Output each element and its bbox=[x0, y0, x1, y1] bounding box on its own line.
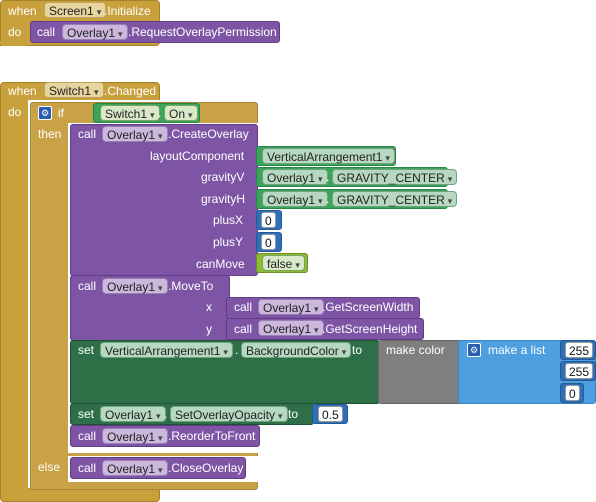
call-label: call bbox=[37, 25, 56, 39]
method-name: .CreateOverlay bbox=[168, 127, 249, 141]
plus-x-value[interactable]: 0 bbox=[261, 212, 276, 228]
method-name: .ReorderToFront bbox=[168, 429, 256, 443]
opacity-prop-dropdown[interactable]: SetOverlayOpacity ▾ bbox=[170, 406, 288, 422]
call-label: call bbox=[234, 300, 253, 314]
opacity-dot: . bbox=[164, 407, 168, 421]
call-label: call bbox=[78, 461, 97, 475]
else-label: else bbox=[38, 460, 61, 474]
cond-dot: . bbox=[158, 106, 162, 120]
when-label: when bbox=[8, 84, 37, 98]
make-color-label: make color bbox=[386, 343, 445, 357]
gravity-v-component-dropdown[interactable]: Overlay1 ▾ bbox=[262, 169, 328, 185]
method-name: .GetScreenWidth bbox=[322, 300, 414, 314]
bgcolor-prop-dropdown[interactable]: BackgroundColor ▾ bbox=[241, 342, 352, 358]
param-plus-y: plusY bbox=[213, 235, 244, 249]
layout-component-dropdown[interactable]: VerticalArrangement1 ▾ bbox=[262, 148, 395, 164]
bgcolor-component-dropdown[interactable]: VerticalArrangement1 ▾ bbox=[100, 342, 233, 358]
param-can-move: canMove bbox=[196, 257, 245, 271]
gravity-v-value-dropdown[interactable]: GRAVITY_CENTER ▾ bbox=[332, 169, 458, 185]
overlay-component-dropdown[interactable]: Overlay1 ▾ bbox=[102, 460, 168, 476]
bgcolor-dot: . bbox=[235, 343, 239, 357]
switch-prop-dropdown[interactable]: On ▾ bbox=[164, 105, 198, 121]
gravity-h-value-dropdown[interactable]: GRAVITY_CENTER ▾ bbox=[332, 191, 458, 207]
set-label: set bbox=[78, 343, 95, 357]
call-label: call bbox=[78, 429, 97, 443]
gravity-h-component-dropdown[interactable]: Overlay1 ▾ bbox=[262, 191, 328, 207]
do-label: do bbox=[8, 25, 22, 39]
to-label: to bbox=[288, 407, 299, 421]
list-item-value[interactable]: 0 bbox=[565, 385, 580, 401]
opacity-value[interactable]: 0.5 bbox=[318, 406, 343, 422]
method-name: .GetScreenHeight bbox=[322, 322, 418, 336]
param-gravity-h: gravityH bbox=[201, 192, 246, 206]
param-x: x bbox=[206, 300, 212, 314]
do-label: do bbox=[8, 105, 22, 119]
gravity-h-dot: . bbox=[326, 192, 330, 206]
gravity-v-dot: . bbox=[326, 170, 330, 184]
param-plus-x: plusX bbox=[213, 213, 244, 227]
plus-y-value[interactable]: 0 bbox=[261, 234, 276, 250]
event-name: .Initialize bbox=[104, 4, 151, 18]
call-label: call bbox=[234, 322, 253, 336]
overlay-component-dropdown[interactable]: Overlay1 ▾ bbox=[102, 126, 168, 142]
method-name: .CloseOverlay bbox=[168, 461, 244, 475]
when-label: when bbox=[8, 4, 37, 18]
param-gravity-v: gravityV bbox=[201, 170, 245, 184]
method-name: .RequestOverlayPermission bbox=[128, 25, 277, 39]
event-name: .Changed bbox=[104, 84, 157, 98]
call-label: call bbox=[78, 127, 97, 141]
param-layout-component: layoutComponent bbox=[150, 149, 245, 163]
gear-icon[interactable]: ⚙ bbox=[38, 106, 52, 120]
overlay-component-dropdown[interactable]: Overlay1 ▾ bbox=[258, 320, 324, 336]
to-label: to bbox=[352, 343, 363, 357]
list-item-value[interactable]: 255 bbox=[565, 342, 594, 358]
param-y: y bbox=[206, 322, 212, 336]
event-screen-initialize-body bbox=[0, 40, 28, 46]
overlay-component-dropdown[interactable]: Overlay1 ▾ bbox=[102, 278, 168, 294]
screen-component-dropdown[interactable]: Screen1 ▾ bbox=[44, 2, 107, 18]
overlay-component-dropdown[interactable]: Overlay1 ▾ bbox=[62, 24, 128, 40]
overlay-component-dropdown[interactable]: Overlay1 ▾ bbox=[258, 299, 324, 315]
gear-icon[interactable]: ⚙ bbox=[467, 343, 481, 357]
method-name: .MoveTo bbox=[168, 279, 214, 293]
set-label: set bbox=[78, 407, 95, 421]
then-label: then bbox=[38, 127, 62, 141]
can-move-dropdown[interactable]: false ▾ bbox=[262, 255, 305, 271]
opacity-component-dropdown[interactable]: Overlay1 ▾ bbox=[100, 406, 166, 422]
switch-component-dropdown[interactable]: Switch1 ▾ bbox=[44, 82, 104, 98]
if-label: if bbox=[58, 106, 64, 120]
call-label: call bbox=[78, 279, 97, 293]
overlay-component-dropdown[interactable]: Overlay1 ▾ bbox=[102, 428, 168, 444]
list-item-value[interactable]: 255 bbox=[565, 363, 594, 379]
make-list-label: make a list bbox=[488, 343, 546, 357]
switch-condition-dropdown[interactable]: Switch1 ▾ bbox=[100, 105, 160, 121]
